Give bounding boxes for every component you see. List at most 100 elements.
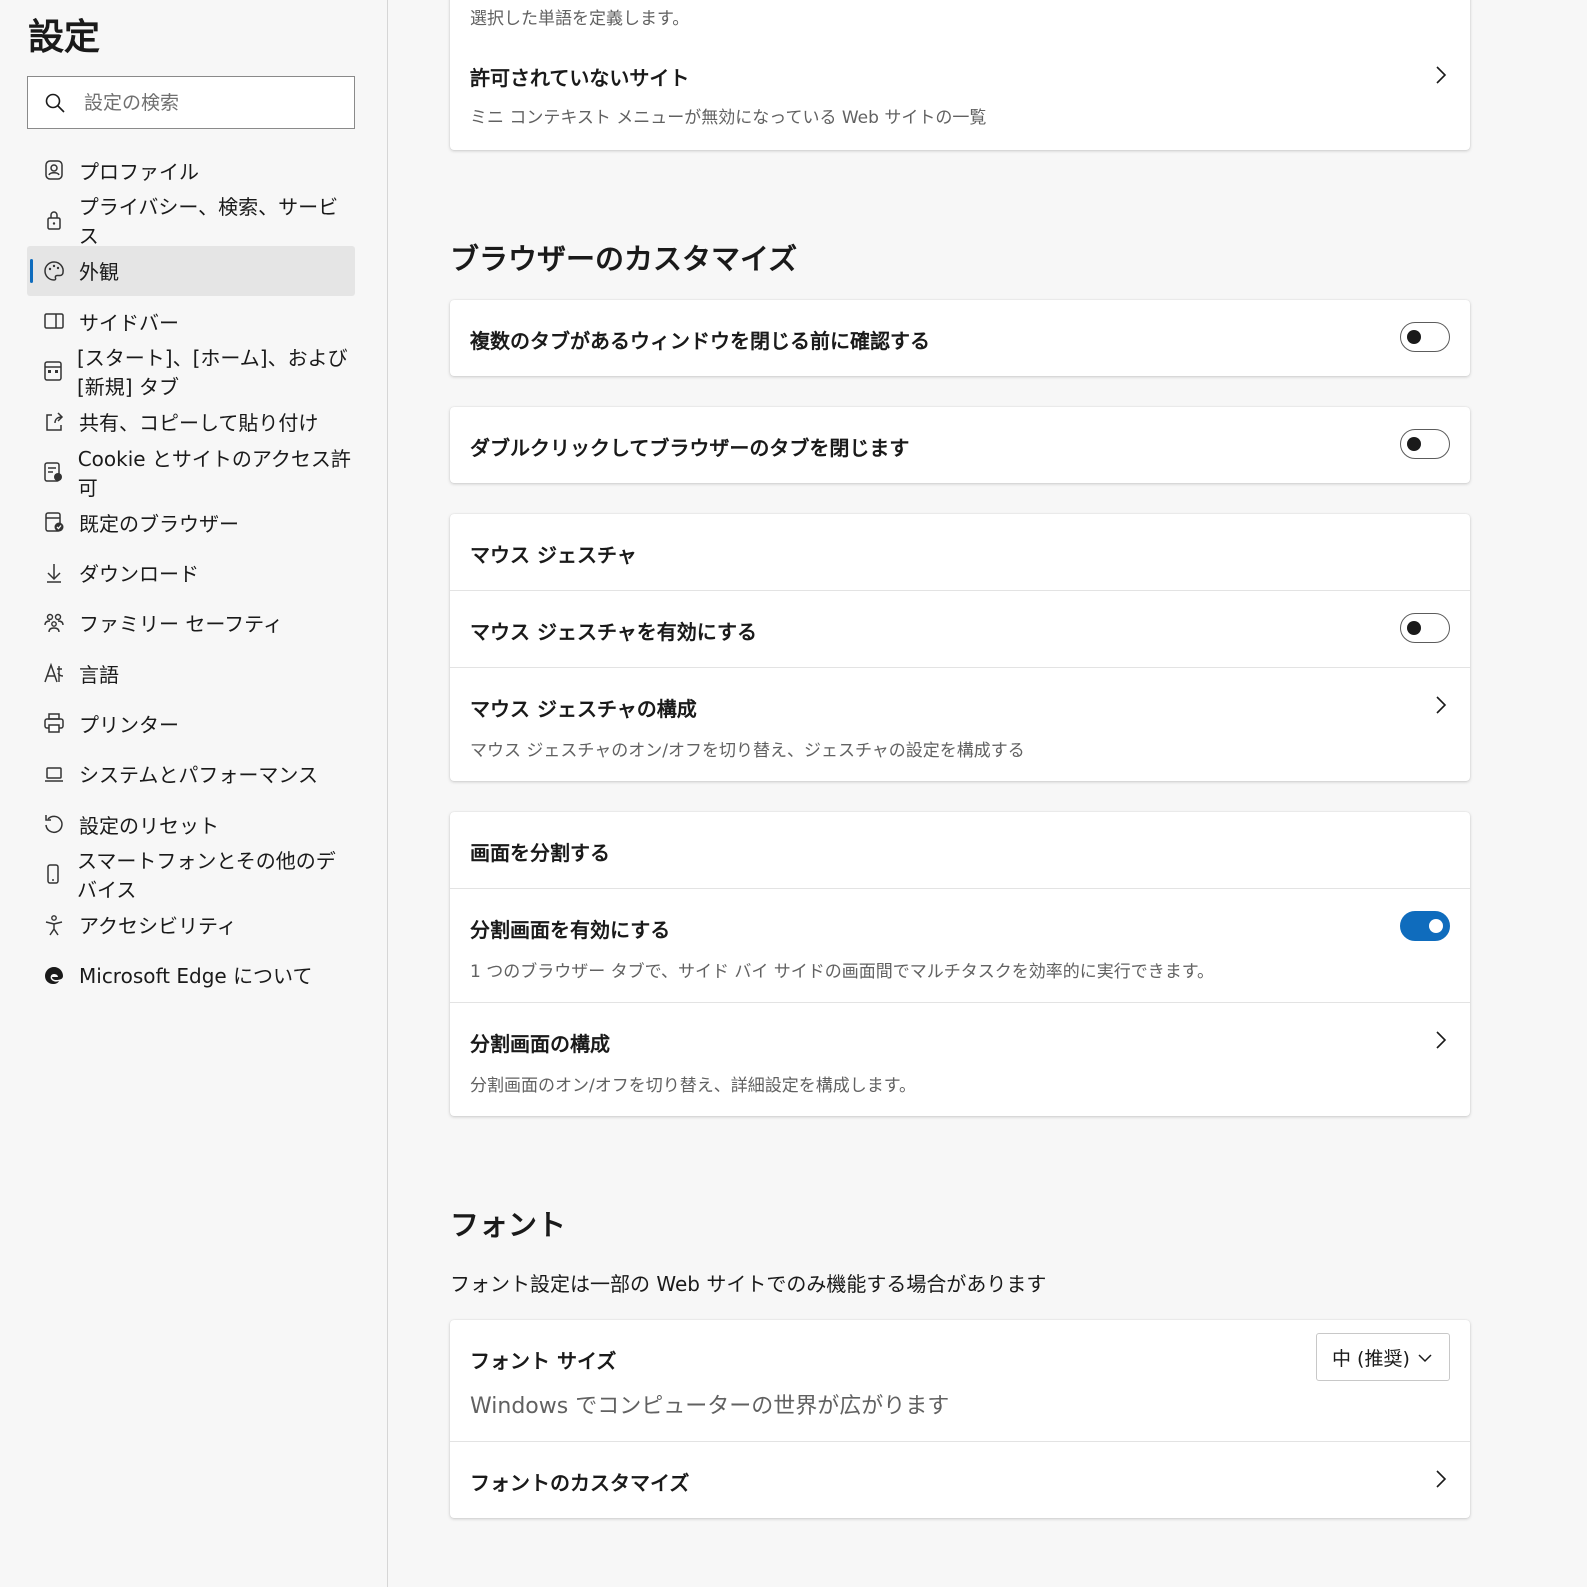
sidebar-item-label: スマートフォンとその他のデバイス — [77, 849, 336, 903]
fonts-heading: フォント — [450, 1208, 567, 1242]
search-icon — [45, 93, 65, 113]
sidebar-icon — [42, 309, 66, 333]
mouse-gesture-configure-desc: マウス ジェスチャのオン/オフを切り替え、ジェスチャの設定を構成する — [470, 741, 1025, 761]
sidebar-item-sidebar[interactable]: サイドバー — [27, 296, 355, 346]
split-screen-configure-row[interactable]: 分割画面の構成 分割画面のオン/オフを切り替え、詳細設定を構成します。 — [450, 1002, 1470, 1116]
sidebar-item-label: Cookie とサイトのアクセス許可 — [77, 446, 351, 500]
blocked-sites-title: 許可されていないサイト — [470, 66, 690, 90]
sidebar-item-language[interactable]: 言語 — [27, 648, 355, 698]
split-screen-header: 画面を分割する — [470, 841, 610, 865]
sidebar-item-label: 共有、コピーして貼り付け — [79, 411, 319, 436]
chevron-right-icon — [1436, 1470, 1447, 1488]
double-click-close-card: ダブルクリックしてブラウザーのタブを閉じます — [450, 407, 1470, 483]
download-icon — [42, 561, 66, 585]
sidebar-item-label: プロファイル — [79, 159, 199, 184]
sidebar-item-about[interactable]: Microsoft Edge について — [27, 950, 355, 1000]
confirm-close-toggle[interactable] — [1400, 322, 1450, 352]
mouse-gesture-toggle[interactable] — [1400, 613, 1450, 643]
sidebar-item-printer[interactable]: プリンター — [27, 698, 355, 748]
profile-icon — [42, 158, 66, 182]
lock-icon — [42, 208, 66, 232]
family-icon — [42, 611, 66, 635]
sidebar-item-system[interactable]: システムとパフォーマンス — [27, 749, 355, 799]
chevron-down-icon — [1418, 1354, 1432, 1363]
confirm-close-card: 複数のタブがあるウィンドウを閉じる前に確認する — [450, 300, 1470, 376]
split-screen-configure-desc: 分割画面のオン/オフを切り替え、詳細設定を構成します。 — [470, 1076, 917, 1096]
sidebar-item-downloads[interactable]: ダウンロード — [27, 547, 355, 597]
settings-title: 設定 — [28, 17, 101, 58]
sidebar-item-family[interactable]: ファミリー セーフティ — [27, 598, 355, 648]
toggle-knob — [1407, 437, 1421, 451]
sidebar-item-share[interactable]: 共有、コピーして貼り付け — [27, 396, 355, 446]
chevron-right-icon — [1436, 66, 1447, 84]
sidebar-item-profile[interactable]: プロファイル — [27, 145, 355, 195]
blocked-sites-desc: ミニ コンテキスト メニューが無効になっている Web サイトの一覧 — [470, 108, 987, 128]
sidebar-item-label: ファミリー セーフティ — [79, 612, 283, 637]
split-screen-enable-label: 分割画面を有効にする — [470, 918, 671, 942]
split-screen-toggle[interactable] — [1400, 911, 1450, 941]
sidebar-item-accessibility[interactable]: アクセシビリティ — [27, 899, 355, 949]
sidebar-item-label: サイドバー — [79, 310, 179, 335]
browser-customize-heading: ブラウザーのカスタマイズ — [450, 242, 798, 276]
palette-icon — [42, 259, 66, 283]
printer-icon — [42, 711, 66, 735]
mouse-gesture-configure-row[interactable]: マウス ジェスチャの構成 マウス ジェスチャのオン/オフを切り替え、ジェスチャの… — [450, 667, 1470, 781]
sidebar-item-label: システムとパフォーマンス — [79, 763, 318, 788]
laptop-icon — [42, 762, 66, 786]
share-icon — [42, 410, 66, 434]
sidebar-item-appearance[interactable]: 外観 — [27, 245, 355, 296]
sidebar-item-label: 既定のブラウザー — [79, 511, 239, 536]
toggle-knob — [1407, 330, 1421, 344]
font-customize-label: フォントのカスタマイズ — [470, 1471, 690, 1495]
search-box[interactable] — [27, 76, 355, 129]
search-input[interactable] — [84, 91, 324, 114]
fonts-subtitle: フォント設定は一部の Web サイトでのみ機能する場合があります — [450, 1272, 1047, 1296]
mouse-gesture-header: マウス ジェスチャ — [470, 543, 637, 567]
blocked-sites-row[interactable]: 許可されていないサイト ミニ コンテキスト メニューが無効になっている Web … — [450, 42, 1470, 150]
mouse-gesture-configure-title: マウス ジェスチャの構成 — [470, 697, 697, 721]
settings-nav: プロファイル プライバシー、検索、サービス 外観 サイドバー [スタート]、[ホ… — [27, 145, 355, 1000]
sidebar-item-label: [スタート]、[ホーム]、および [新規] タブ — [77, 346, 348, 400]
language-icon — [42, 661, 66, 685]
edge-logo-icon — [42, 963, 66, 987]
font-size-value: 中 (推奨) — [1332, 1347, 1410, 1370]
reset-icon — [42, 812, 66, 836]
default-browser-icon — [42, 510, 66, 534]
settings-sidebar: 設定 プロファイル プライバシー、検索、サービス 外観 サイドバー [スタート]… — [0, 0, 388, 1587]
split-screen-card: 画面を分割する 分割画面を有効にする 1 つのブラウザー タブで、サイド バイ … — [450, 812, 1470, 1116]
sidebar-item-reset[interactable]: 設定のリセット — [27, 799, 355, 849]
sidebar-item-devices[interactable]: スマートフォンとその他のデバイス — [27, 849, 355, 902]
define-words-desc: 選択した単語を定義します。 — [470, 9, 690, 29]
fonts-card: フォント サイズ Windows でコンピューターの世界が広がります 中 (推奨… — [450, 1320, 1470, 1518]
sidebar-item-label: 設定のリセット — [79, 813, 219, 838]
phone-icon — [42, 862, 64, 886]
mouse-gesture-card: マウス ジェスチャ マウス ジェスチャを有効にする マウス ジェスチャの構成 マ… — [450, 514, 1470, 781]
chevron-right-icon — [1436, 696, 1447, 714]
newtab-icon — [42, 359, 64, 383]
font-size-label: フォント サイズ — [470, 1349, 617, 1373]
sidebar-item-label: ダウンロード — [79, 562, 199, 587]
sidebar-item-label: 外観 — [79, 260, 119, 285]
font-size-preview: Windows でコンピューターの世界が広がります — [470, 1394, 950, 1419]
sidebar-item-label: プライバシー、検索、サービス — [78, 195, 339, 249]
sidebar-item-default-browser[interactable]: 既定のブラウザー — [27, 497, 355, 547]
toggle-knob — [1407, 621, 1421, 635]
split-screen-enable-desc: 1 つのブラウザー タブで、サイド バイ サイドの画面間でマルチタスクを効率的に… — [470, 962, 1215, 982]
mini-menu-card: 選択した単語を定義します。 許可されていないサイト ミニ コンテキスト メニュー… — [450, 0, 1470, 150]
accessibility-icon — [42, 913, 66, 937]
mouse-gesture-enable-label: マウス ジェスチャを有効にする — [470, 620, 757, 644]
sidebar-item-privacy[interactable]: プライバシー、検索、サービス — [27, 195, 355, 248]
sidebar-item-label: Microsoft Edge について — [79, 964, 313, 989]
toggle-knob — [1429, 919, 1443, 933]
sidebar-item-newtab[interactable]: [スタート]、[ホーム]、および [新規] タブ — [27, 346, 355, 399]
confirm-close-label: 複数のタブがあるウィンドウを閉じる前に確認する — [470, 329, 930, 353]
double-click-close-toggle[interactable] — [1400, 429, 1450, 459]
settings-main: 選択した単語を定義します。 許可されていないサイト ミニ コンテキスト メニュー… — [388, 0, 1587, 1587]
chevron-right-icon — [1436, 1031, 1447, 1049]
sidebar-item-label: アクセシビリティ — [79, 914, 237, 939]
cookie-permissions-icon — [42, 460, 65, 484]
sidebar-item-cookies[interactable]: Cookie とサイトのアクセス許可 — [27, 447, 355, 500]
font-size-dropdown[interactable]: 中 (推奨) — [1316, 1333, 1450, 1381]
split-screen-configure-title: 分割画面の構成 — [470, 1032, 610, 1056]
font-customize-row[interactable]: フォントのカスタマイズ — [450, 1441, 1470, 1518]
